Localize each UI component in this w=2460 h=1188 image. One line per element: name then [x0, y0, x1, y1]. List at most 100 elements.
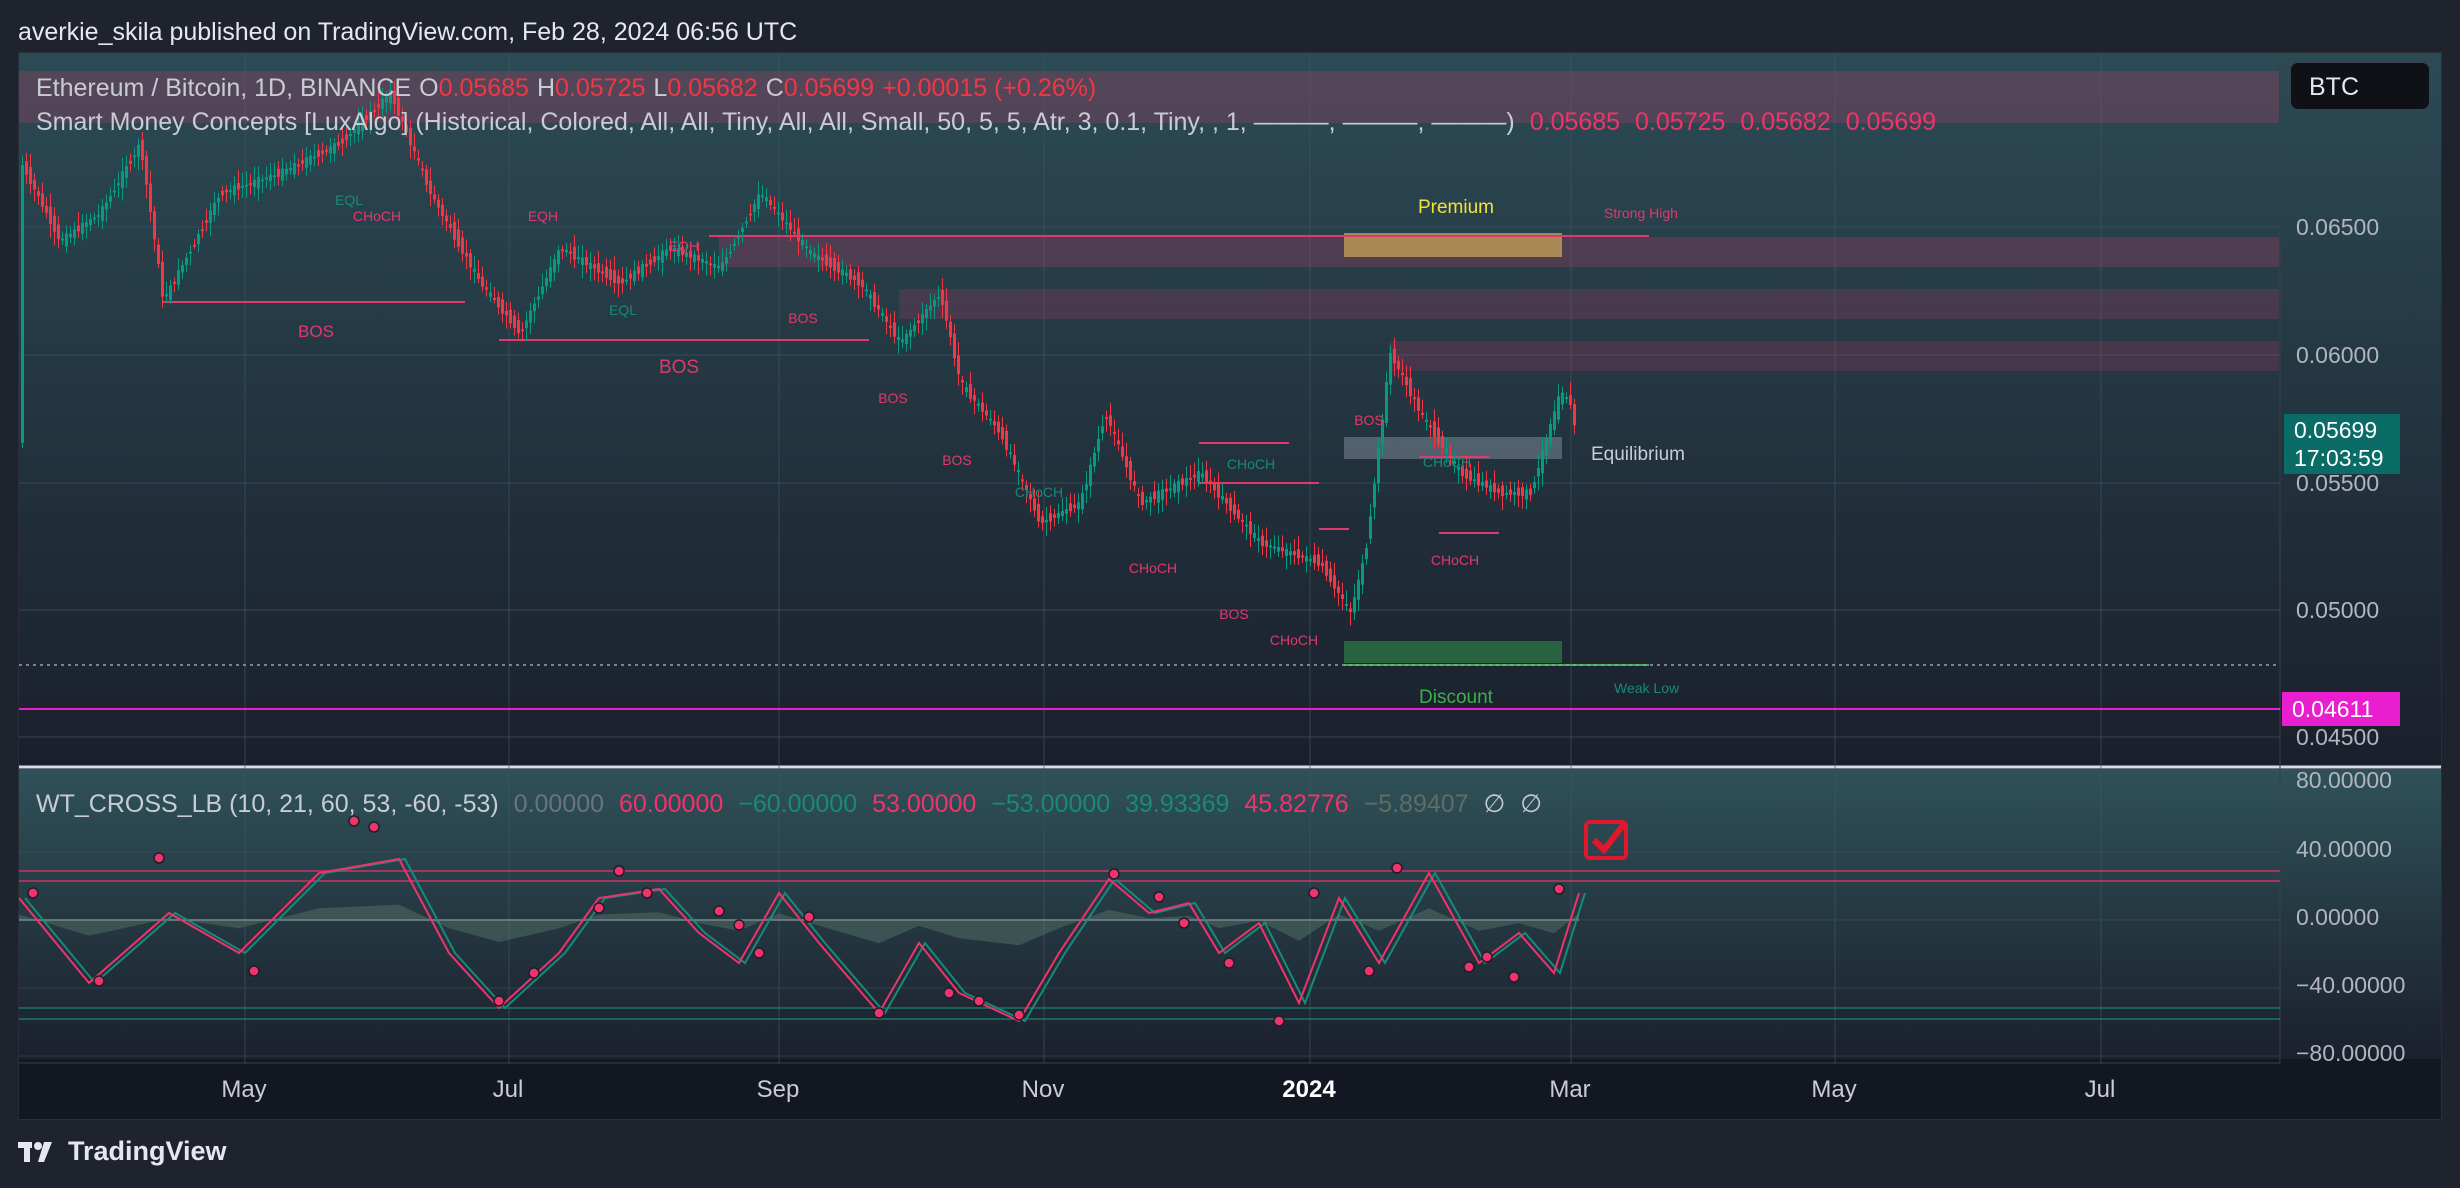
wt-title: WT_CROSS_LB (10, 21, 60, 53, -60, -53) — [36, 790, 499, 818]
smc-value-2: 0.05725 — [1635, 108, 1726, 136]
candle-body — [153, 211, 156, 240]
candle-body — [1325, 560, 1328, 576]
candle-body — [885, 316, 888, 322]
candle-body — [741, 227, 744, 233]
candle-body — [865, 289, 868, 292]
candle-body — [225, 189, 228, 193]
candle-body — [1385, 381, 1388, 424]
time-label: Jul — [492, 1076, 524, 1103]
candle-body — [949, 321, 952, 338]
candle-body — [733, 243, 736, 246]
candle-body — [1377, 447, 1380, 484]
candle-body — [1269, 545, 1272, 548]
candle-body — [1189, 477, 1192, 480]
candle-body — [1177, 480, 1180, 493]
chart-area[interactable]: Premium Equilibrium Discount Strong High Wea… — [18, 52, 2442, 1120]
candle-body — [457, 229, 460, 247]
candle-body — [41, 193, 44, 207]
candle-body — [849, 269, 852, 280]
candle-body — [121, 171, 124, 189]
candle-body — [1033, 498, 1036, 511]
compare-symbol-button[interactable]: BTC — [2290, 62, 2430, 110]
time-label: May — [221, 1076, 267, 1103]
candle-body — [629, 273, 632, 279]
candle-body — [1317, 554, 1320, 566]
candle-body — [281, 168, 284, 181]
candle-body — [193, 244, 196, 247]
candle-body — [1473, 479, 1476, 482]
candle-body — [561, 249, 564, 252]
candle-body — [1529, 488, 1532, 496]
candle-body — [869, 294, 872, 299]
candle-body — [737, 236, 740, 239]
candle-body — [217, 197, 220, 203]
candle-body — [929, 305, 932, 311]
candle-body — [1125, 456, 1128, 468]
wt-cross-dot — [593, 902, 605, 914]
wt-cross-dot — [1553, 883, 1565, 895]
candle-body — [709, 263, 712, 266]
candle-body — [1557, 396, 1560, 420]
candle-body — [169, 285, 172, 300]
candle-body — [269, 174, 272, 182]
candle-body — [893, 322, 896, 337]
weak-low-label: Weak Low — [1614, 680, 1680, 696]
price-label: 0.05000 — [2296, 597, 2380, 623]
candle-body — [1429, 425, 1432, 428]
candle-body — [201, 229, 204, 232]
bar-countdown: 17:03:59 — [2294, 445, 2384, 471]
candle-body — [493, 298, 496, 301]
wt-cross-dot — [803, 911, 815, 923]
candle-body — [229, 190, 232, 193]
low-label: L — [653, 74, 668, 102]
candle-body — [701, 258, 704, 263]
candle-body — [1437, 427, 1440, 444]
candle-body — [85, 222, 88, 228]
candle-body — [529, 310, 532, 323]
candle-body — [1121, 446, 1124, 457]
candle-body — [501, 299, 504, 314]
candle-body — [1009, 452, 1012, 455]
candle-body — [785, 222, 788, 225]
candle-body — [97, 215, 100, 218]
candle-body — [517, 320, 520, 334]
wt-cross-dot — [528, 967, 540, 979]
chart-canvas[interactable]: Premium Equilibrium Discount Strong High Wea… — [19, 53, 2441, 1119]
wt-axis-label: 40.00000 — [2296, 836, 2392, 862]
candle-body — [877, 305, 880, 310]
candle-body — [1221, 495, 1224, 500]
wt-value-4: −53.00000 — [991, 790, 1111, 818]
candle-body — [1505, 492, 1508, 495]
candle-body — [973, 395, 976, 401]
candle-body — [209, 210, 212, 223]
candle-body — [1149, 496, 1152, 503]
candle-body — [577, 257, 580, 260]
candle-body — [1077, 502, 1080, 510]
candle-body — [429, 180, 432, 195]
candle-body — [1001, 427, 1004, 440]
candle-body — [1329, 568, 1332, 582]
high-value: 0.05725 — [555, 74, 646, 102]
candle-body — [817, 255, 820, 261]
candle-body — [725, 256, 728, 264]
price-label: 0.04500 — [2296, 724, 2380, 750]
candle-body — [473, 268, 476, 272]
candle-body — [645, 263, 648, 267]
candle-body — [505, 310, 508, 316]
candle-body — [997, 421, 1000, 433]
candle-body — [905, 333, 908, 345]
wt-cross-dot — [1153, 891, 1165, 903]
candle-body — [1145, 499, 1148, 503]
candle-body — [1261, 535, 1264, 547]
candle-body — [321, 150, 324, 154]
candle-body — [177, 270, 180, 285]
candle-body — [657, 255, 660, 261]
candle-body — [1421, 412, 1424, 415]
candle-body — [821, 257, 824, 261]
time-label: Jul — [2084, 1076, 2116, 1103]
candle-body — [1017, 470, 1020, 473]
candle-body — [297, 164, 300, 167]
candle-body — [1533, 482, 1536, 489]
candle-body — [757, 194, 760, 210]
candle-body — [605, 266, 608, 278]
